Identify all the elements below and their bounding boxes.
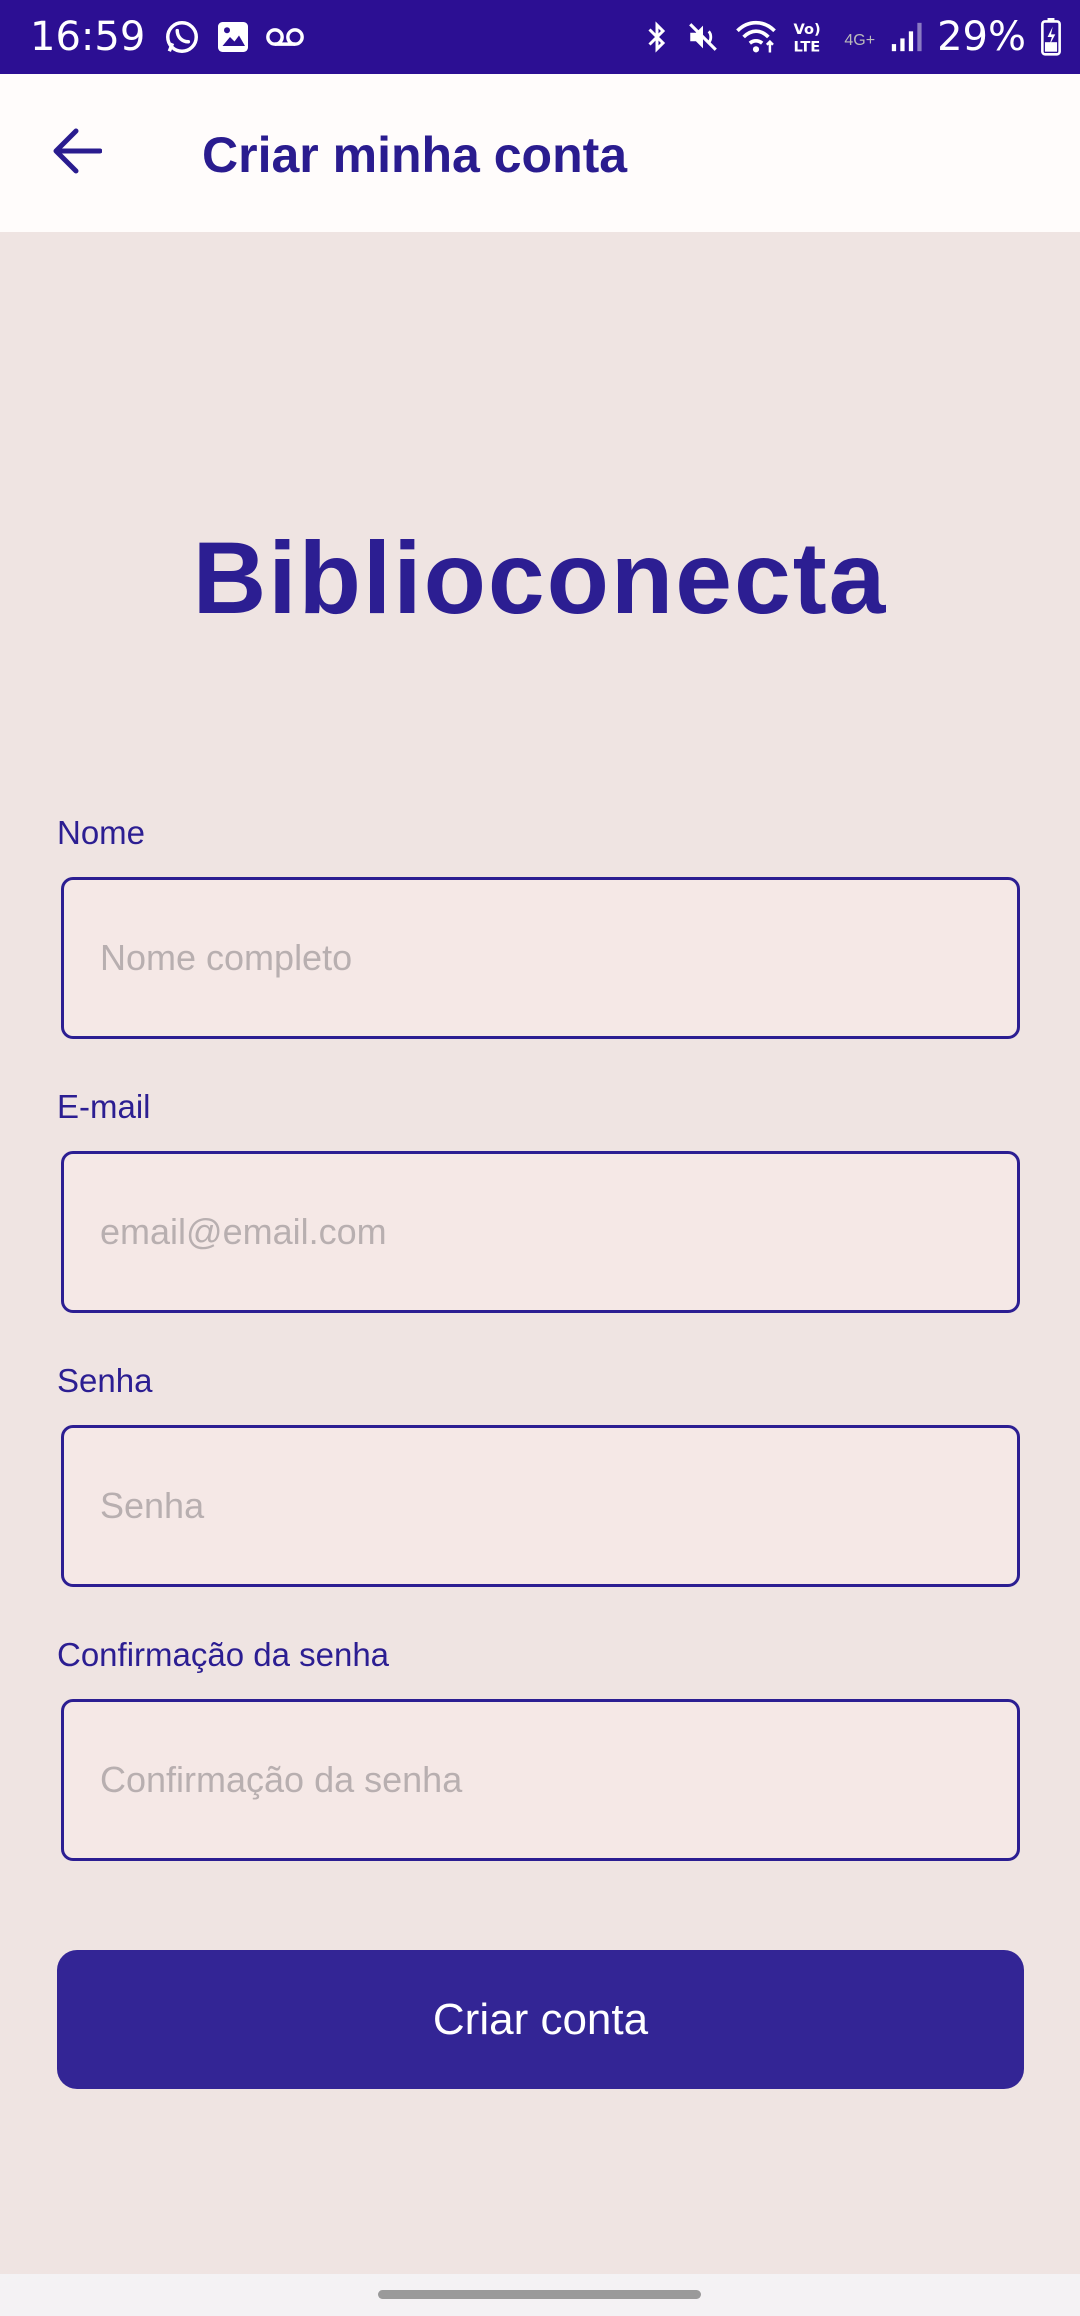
image-icon [215,19,251,55]
battery-icon [1040,18,1062,56]
app-bar: Criar minha conta [0,74,1080,232]
status-right: Vo) LTE 4G+ 29% [642,14,1062,60]
email-input[interactable] [61,1151,1020,1313]
signal-icon [889,20,923,54]
name-input[interactable] [61,877,1020,1039]
battery-percent: 29% [937,14,1026,60]
password-confirm-input[interactable] [61,1699,1020,1861]
whatsapp-icon [163,18,201,56]
svg-text:LTE: LTE [794,39,821,56]
status-time: 16:59 [30,14,146,60]
bluetooth-icon [642,19,672,55]
create-account-button[interactable]: Criar conta [57,1950,1024,2089]
password-input[interactable] [61,1425,1020,1587]
page-title: Criar minha conta [202,127,628,183]
brand-logo-text: Biblioconecta [192,521,888,635]
status-left: 16:59 [30,14,305,60]
email-label: E-mail [57,1088,151,1125]
mute-icon [686,20,720,54]
network-type-label: 4G+ [844,32,876,49]
wifi-icon [734,20,778,54]
arrow-left-icon [52,128,103,179]
svg-text:Vo): Vo) [794,21,821,38]
voicemail-icon [265,22,305,52]
password-confirm-label: Confirmação da senha [57,1636,390,1673]
home-indicator[interactable] [378,2290,701,2299]
back-button[interactable] [46,122,108,184]
name-label: Nome [57,814,146,851]
volte-icon: Vo) LTE [792,18,830,56]
status-bar: 16:59 Vo) LTE 4G+ 29% [0,0,1080,74]
password-label: Senha [57,1362,153,1399]
